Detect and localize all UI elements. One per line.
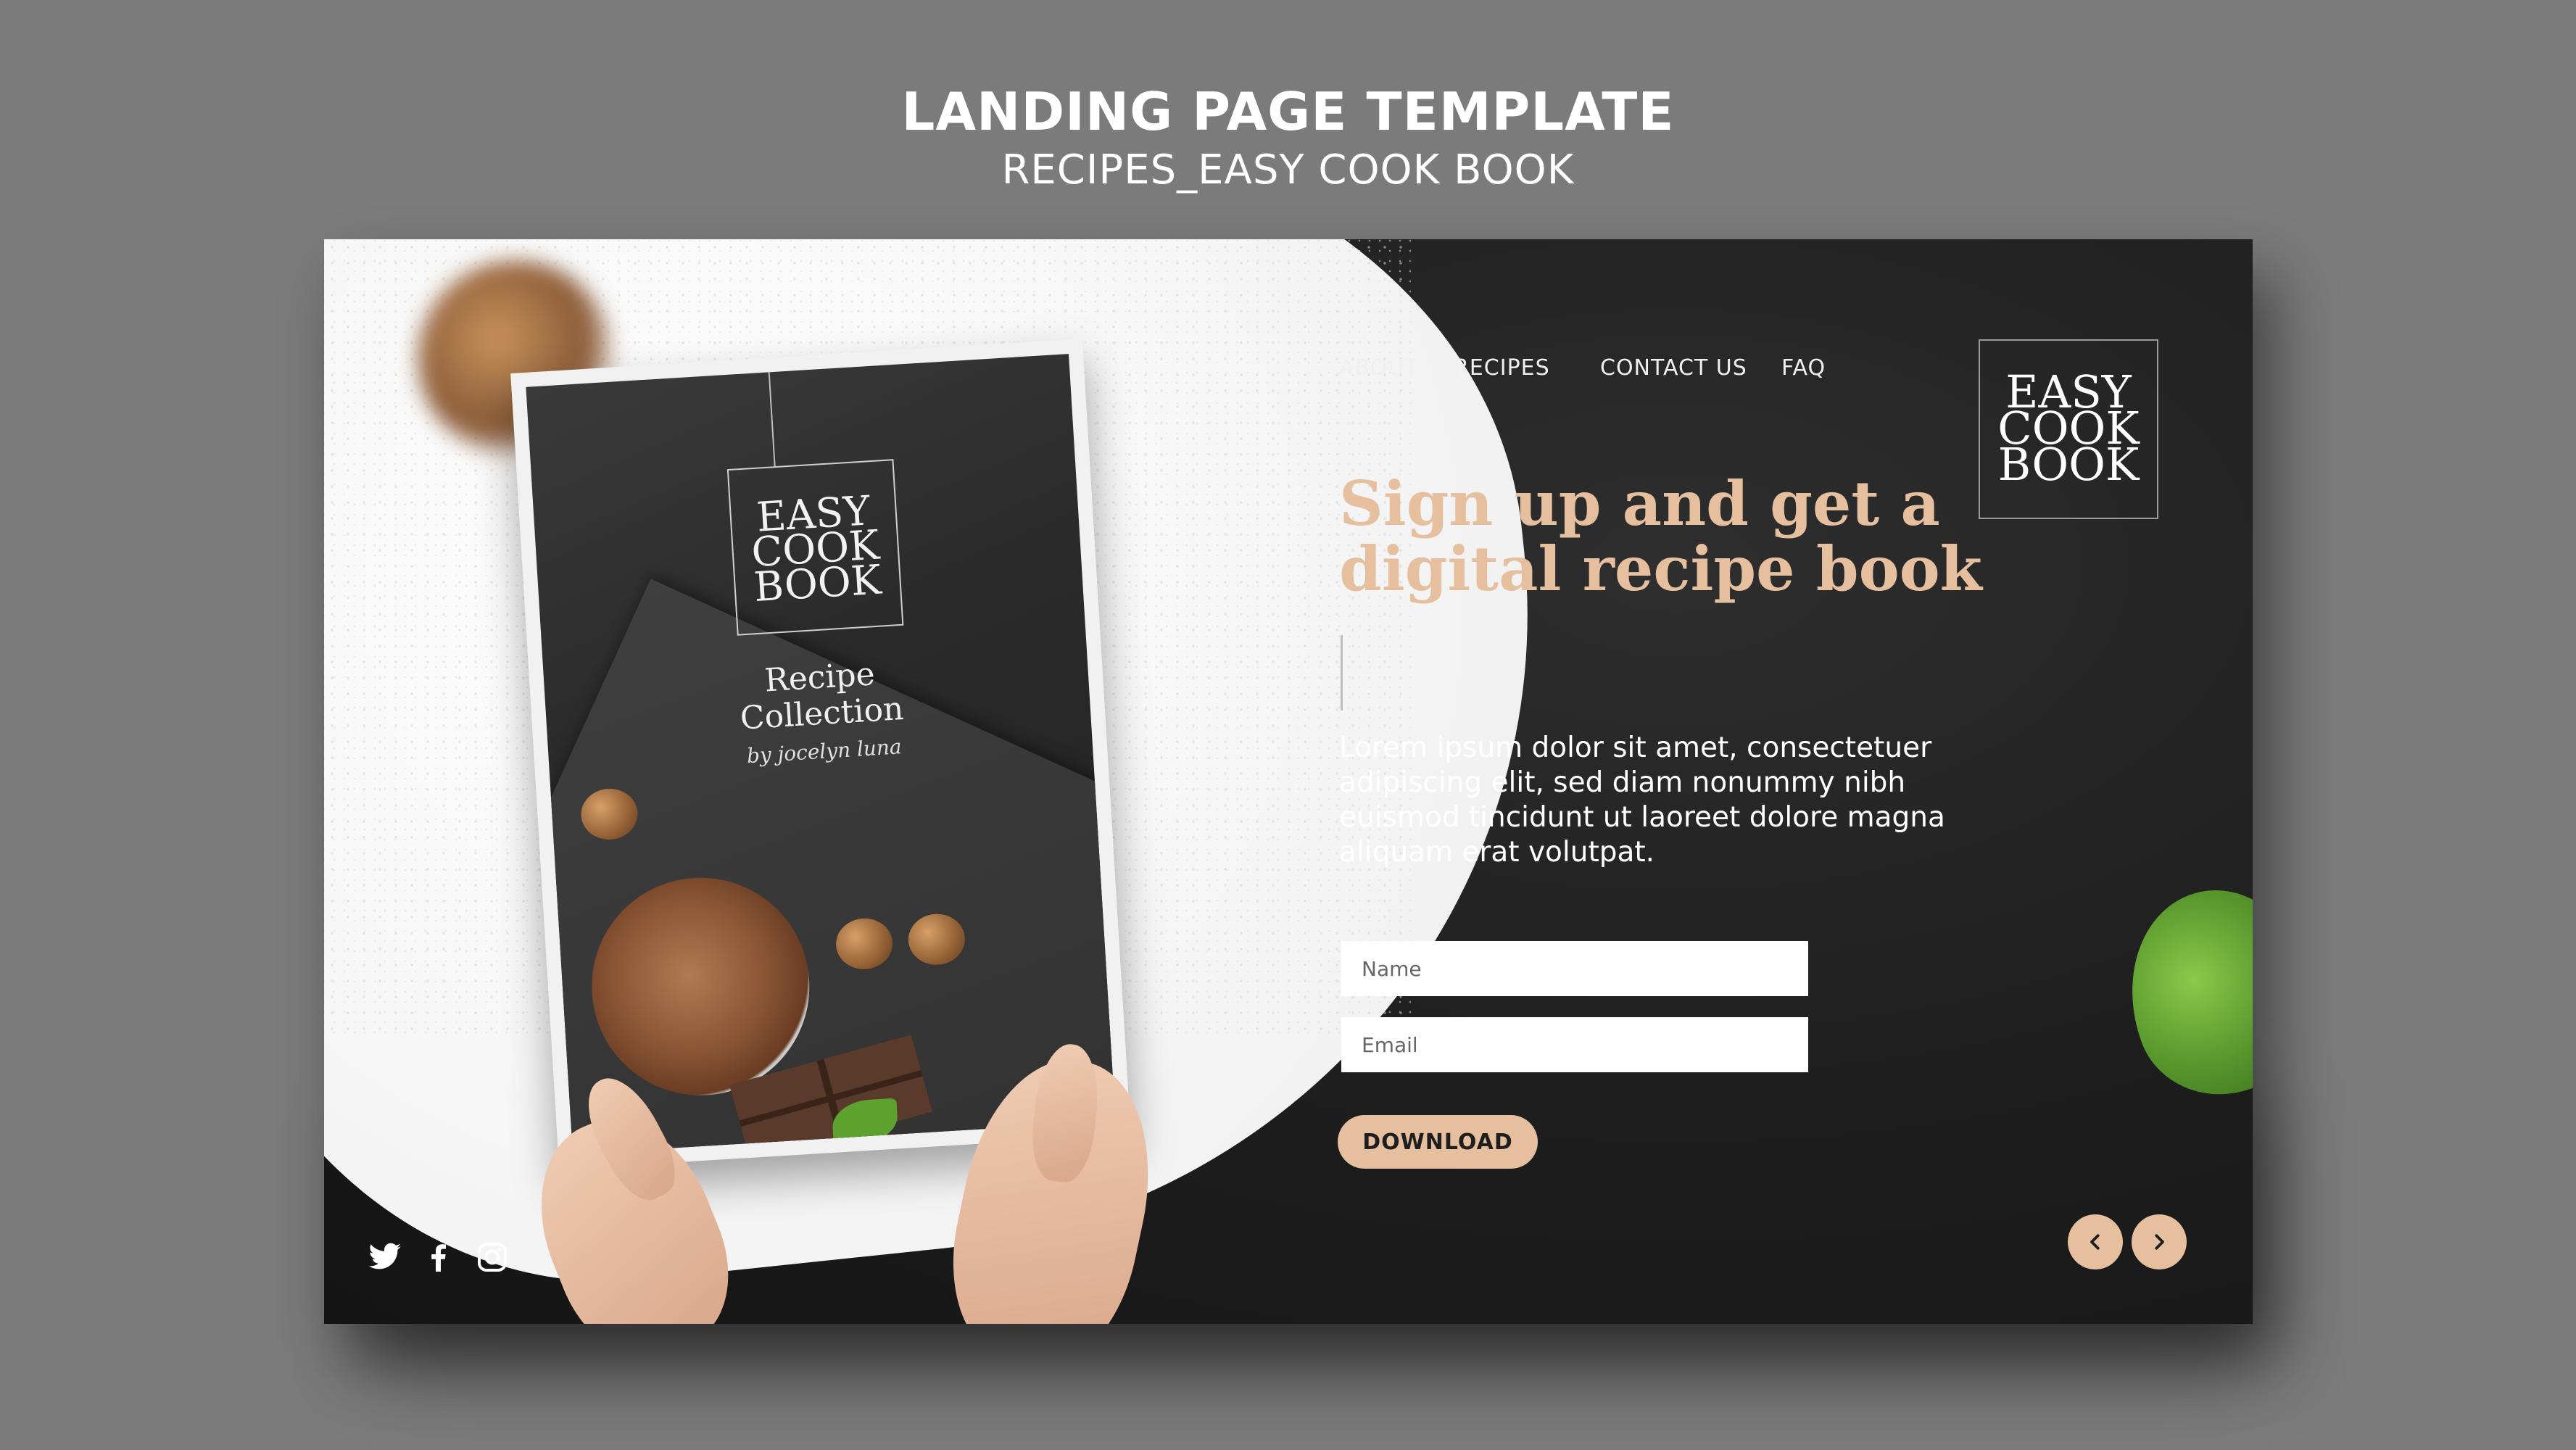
email-field[interactable] [1341, 1017, 1808, 1072]
logo-line: BOOK [1997, 438, 2140, 491]
cover-logo-line: BOOK [752, 556, 883, 612]
nav-faq[interactable]: FAQ [1781, 355, 1826, 381]
headline-line: Sign up and get a [1339, 468, 1940, 539]
hero-divider [1341, 635, 1343, 710]
brand-logo[interactable]: EASY COOK BOOK [1979, 339, 2158, 519]
nav-recipes[interactable]: RECIPES [1454, 355, 1550, 381]
nav-contact-us[interactable]: CONTACT US [1600, 355, 1747, 381]
cookbook-cover: EASY COOK BOOK Recipe Collection by joce… [526, 354, 1116, 1154]
chevron-right-icon [2155, 1234, 2164, 1250]
twitter-icon[interactable] [368, 1240, 402, 1275]
nav-about[interactable]: ABOUT [1339, 355, 1418, 381]
social-links [368, 1240, 510, 1275]
presentation-title: LANDING PAGE TEMPLATE [901, 81, 1675, 142]
presentation-subtitle: RECIPES_EASY COOK BOOK [1001, 146, 1575, 194]
hero-body-text: Lorem ipsum dolor sit amet, consectetuer… [1339, 732, 1945, 869]
next-slide-button[interactable] [2132, 1214, 2187, 1269]
instagram-icon[interactable] [475, 1240, 510, 1275]
cover-divider-line [768, 372, 776, 467]
chevron-left-icon [2090, 1234, 2100, 1250]
previous-slide-button[interactable] [2068, 1214, 2123, 1269]
mint-leaf-decoration [2100, 868, 2253, 1119]
landing-page-mockup: EASY COOK BOOK Recipe Collection by joce… [324, 239, 2253, 1324]
headline-line: digital recipe book [1339, 533, 1982, 605]
cookbook-image: EASY COOK BOOK Recipe Collection by joce… [510, 338, 1131, 1170]
download-button[interactable]: DOWNLOAD [1338, 1115, 1538, 1169]
facebook-icon[interactable] [421, 1240, 456, 1275]
name-field[interactable] [1341, 941, 1808, 996]
cover-logo: EASY COOK BOOK [726, 459, 904, 636]
hero-headline: Sign up and get a digital recipe book [1339, 471, 1992, 602]
